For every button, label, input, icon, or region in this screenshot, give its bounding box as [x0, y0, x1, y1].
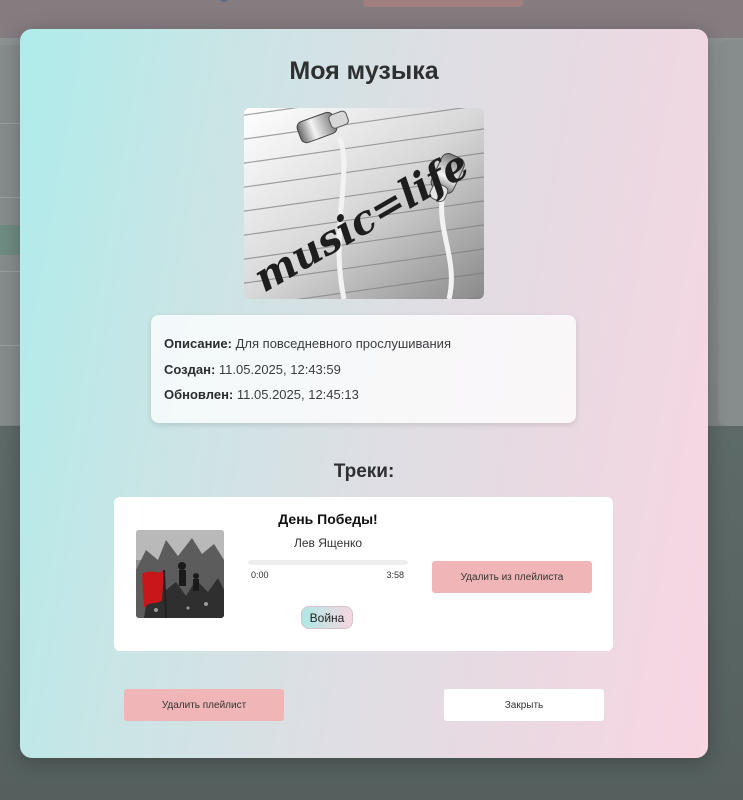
- description-label: Описание:: [164, 336, 232, 351]
- victory-cover-illustration: [136, 530, 224, 618]
- track-card: День Победы! Лев Ященко 0:00 3:58 Война …: [114, 497, 613, 651]
- modal-title: Моя музыка: [289, 57, 439, 85]
- playlist-modal: Моя музыка music=life Описание: Для повс…: [20, 29, 708, 758]
- updated-label: Обновлен:: [164, 387, 234, 402]
- updated-row: Обновлен: 11.05.2025, 12:45:13: [164, 387, 359, 402]
- background-logo: [215, 0, 345, 4]
- track-artist: Лев Ященко: [293, 536, 363, 550]
- description-value: Для повседневного прослушивания: [235, 336, 451, 351]
- playlist-info-card: Описание: Для повседневного прослушивани…: [151, 315, 576, 423]
- track-cover-image: [136, 530, 224, 618]
- track-progress-bar[interactable]: [248, 560, 408, 565]
- close-button[interactable]: Закрыть: [444, 689, 604, 721]
- playlist-cover-image: music=life: [244, 108, 484, 299]
- background-header-button: [363, 0, 523, 7]
- background-left-panel: [0, 45, 22, 425]
- track-time-total: 3:58: [386, 570, 404, 580]
- genre-tag[interactable]: Война: [301, 606, 353, 629]
- track-title: День Победы!: [278, 511, 378, 527]
- created-value: 11.05.2025, 12:43:59: [218, 362, 341, 377]
- background-right-panel: [718, 40, 743, 426]
- track-time-current: 0:00: [251, 570, 269, 580]
- delete-playlist-button[interactable]: Удалить плейлист: [124, 689, 284, 721]
- remove-from-playlist-button[interactable]: Удалить из плейлиста: [432, 561, 592, 593]
- created-label: Создан:: [164, 362, 216, 377]
- tracks-heading: Треки:: [333, 461, 395, 482]
- updated-value: 11.05.2025, 12:45:13: [236, 387, 359, 402]
- created-row: Создан: 11.05.2025, 12:43:59: [164, 362, 341, 377]
- description-row: Описание: Для повседневного прослушивани…: [164, 336, 451, 351]
- earphones-cover-illustration: music=life: [244, 108, 484, 299]
